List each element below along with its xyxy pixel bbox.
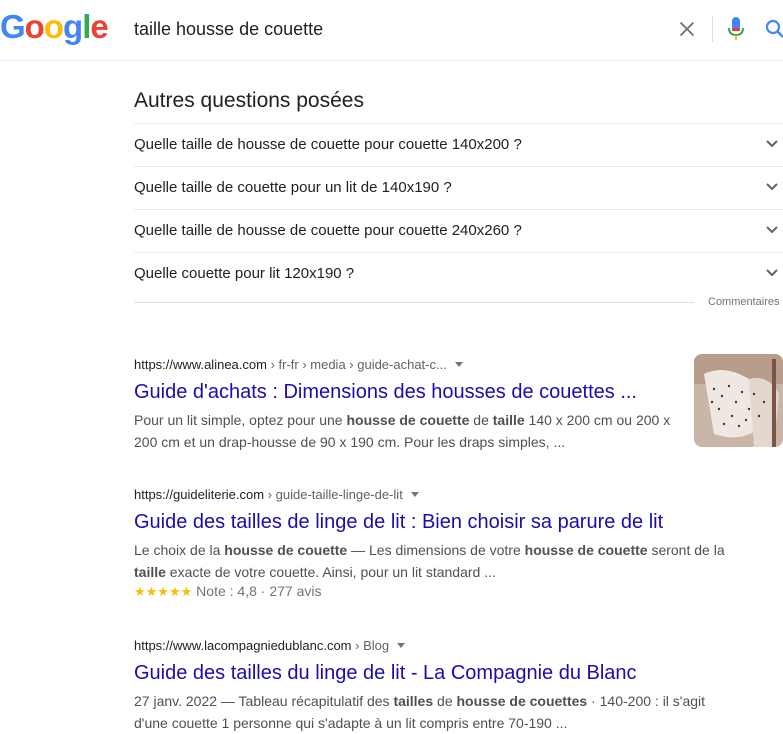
- snippet-text: de: [469, 412, 493, 428]
- result-url[interactable]: https://www.lacompagniedublanc.com › Blo…: [134, 638, 734, 653]
- result-snippet: 27 janv. 2022 — Tableau récapitulatif de…: [134, 690, 734, 734]
- paa-question[interactable]: Quelle taille de housse de couette pour …: [134, 209, 783, 252]
- result-title-link[interactable]: Guide des tailles de linge de lit : Bien…: [134, 511, 734, 534]
- paa-title: Autres questions posées: [134, 89, 364, 112]
- snippet-text: 27 janv. 2022 — Tableau récapitulatif de…: [134, 693, 394, 709]
- result-path: › Blog: [351, 638, 390, 653]
- caret-down-icon[interactable]: [397, 643, 406, 648]
- paa-divider: [134, 302, 694, 303]
- logo-letter-2: o: [24, 8, 45, 45]
- search-divider: [712, 16, 713, 42]
- chevron-down-icon: [766, 269, 778, 277]
- paa-question-text: Quelle taille de couette pour un lit de …: [134, 179, 452, 196]
- result-url[interactable]: https://guideliterie.com › guide-taille-…: [134, 487, 734, 502]
- paa-list: Quelle taille de housse de couette pour …: [134, 123, 783, 295]
- result-url[interactable]: https://www.alinea.com › fr-fr › media ›…: [134, 357, 734, 372]
- caret-down-icon[interactable]: [454, 362, 463, 367]
- snippet-text: de: [433, 693, 457, 709]
- snippet-bold-text: taille: [492, 412, 525, 428]
- logo-letter-6: e: [90, 8, 108, 45]
- search-result: https://www.alinea.com › fr-fr › media ›…: [134, 357, 734, 453]
- result-domain: https://www.alinea.com: [134, 357, 267, 372]
- chevron-down-icon: [766, 183, 778, 191]
- star-rating-icon: ★★★★★: [134, 584, 193, 599]
- close-icon[interactable]: [676, 18, 698, 40]
- snippet-text: seront de la: [647, 542, 725, 558]
- snippet-text: Pour un lit simple, optez pour une: [134, 412, 347, 428]
- microphone-icon[interactable]: [726, 16, 746, 42]
- paa-question[interactable]: Quelle taille de couette pour un lit de …: [134, 166, 783, 209]
- snippet-text: Le choix de la: [134, 542, 225, 558]
- search-header: Google taille housse de couette: [0, 0, 783, 61]
- result-rating: ★★★★★ Note : 4,8 · 277 avis: [134, 583, 734, 600]
- rating-text: Note : 4,8 · 277 avis: [196, 583, 322, 599]
- logo-letter-3: o: [43, 8, 64, 45]
- snippet-text: exacte de votre couette. Ainsi, pour un …: [165, 564, 496, 580]
- result-domain: https://www.lacompagniedublanc.com: [134, 638, 352, 653]
- result-title-link[interactable]: Guide des tailles du linge de lit - La C…: [134, 662, 734, 685]
- snippet-text: — Les dimensions de votre: [347, 542, 525, 558]
- snippet-bold-text: taille: [134, 564, 166, 580]
- result-path: › fr-fr › media › guide-achat-c...: [266, 357, 447, 372]
- snippet-bold-text: tailles: [393, 693, 434, 709]
- search-input[interactable]: taille housse de couette: [134, 19, 323, 40]
- paa-question-text: Quelle taille de housse de couette pour …: [134, 136, 522, 153]
- result-snippet: Pour un lit simple, optez pour une houss…: [134, 409, 679, 453]
- chevron-down-icon: [766, 226, 778, 234]
- paa-question[interactable]: Quelle couette pour lit 120x190 ?: [134, 252, 783, 295]
- result-thumbnail[interactable]: [694, 354, 783, 447]
- snippet-bold-text: housse de couettes: [456, 693, 588, 709]
- google-logo[interactable]: Google: [0, 8, 109, 46]
- result-domain: https://guideliterie.com: [134, 487, 265, 502]
- feedback-link[interactable]: Commentaires: [708, 296, 780, 308]
- result-path: › guide-taille-linge-de-lit: [264, 487, 403, 502]
- result-snippet: Le choix de la housse de couette — Les d…: [134, 539, 734, 583]
- snippet-bold-text: housse de couette: [346, 412, 470, 428]
- logo-letter-4: g: [63, 8, 83, 45]
- result-title-link[interactable]: Guide d'achats : Dimensions des housses …: [134, 381, 734, 404]
- paa-question-text: Quelle couette pour lit 120x190 ?: [134, 265, 355, 282]
- search-result: https://www.lacompagniedublanc.com › Blo…: [134, 638, 734, 734]
- search-icon[interactable]: [763, 17, 783, 41]
- paa-question[interactable]: Quelle taille de housse de couette pour …: [134, 123, 783, 166]
- snippet-bold-text: housse de couette: [224, 542, 348, 558]
- logo-letter-1: G: [0, 8, 26, 45]
- paa-question-text: Quelle taille de housse de couette pour …: [134, 222, 522, 239]
- snippet-bold-text: housse de couette: [524, 542, 648, 558]
- caret-down-icon[interactable]: [410, 492, 419, 497]
- search-result: https://guideliterie.com › guide-taille-…: [134, 487, 734, 600]
- chevron-down-icon: [766, 140, 778, 148]
